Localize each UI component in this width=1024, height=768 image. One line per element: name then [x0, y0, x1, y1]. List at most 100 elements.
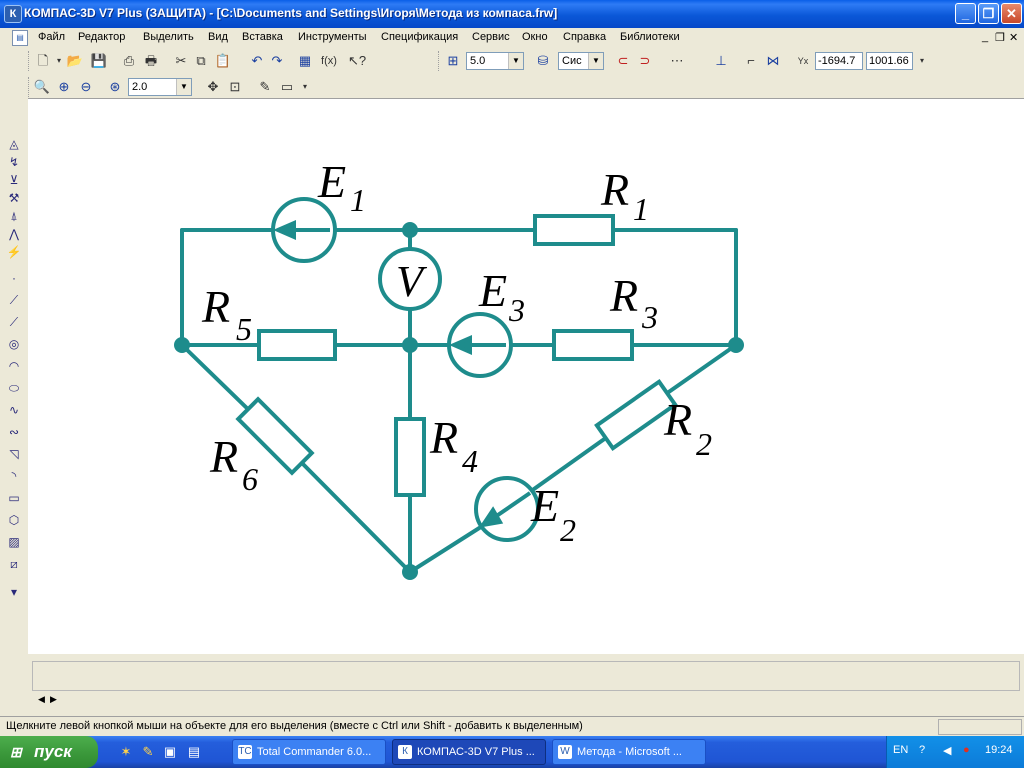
select-panel-icon[interactable]: ⚡ — [6, 244, 22, 260]
start-button[interactable]: ⊞ пуск — [0, 736, 98, 768]
menu-specification[interactable]: Спецификация — [381, 31, 458, 43]
step-cursor-icon[interactable]: ⊞ — [444, 52, 462, 70]
mdi-close-icon[interactable]: ✕ — [1009, 31, 1018, 44]
chevron-down-icon[interactable]: ▼ — [588, 53, 603, 69]
menu-select[interactable]: Выделить — [143, 31, 194, 43]
y-coordinate-field[interactable]: 1001.66 — [866, 52, 913, 70]
help-pointer-icon[interactable]: ↖? — [348, 52, 366, 70]
show-all-icon[interactable]: ⊡ — [226, 78, 244, 96]
mdi-restore-icon[interactable]: ❐ — [995, 31, 1005, 44]
designations-panel-icon[interactable]: ⊻ — [6, 172, 22, 188]
maximize-button[interactable]: ❐ — [978, 3, 999, 24]
layer-combo[interactable]: Сис ▼ — [558, 52, 604, 70]
drawing-canvas[interactable]: E 1 R 1 V E 3 R 3 R 5 R 2 R 6 R 4 E 2 — [28, 98, 1024, 654]
app-icon[interactable]: К — [4, 5, 22, 23]
grid-icon[interactable]: ⋯ — [668, 52, 686, 70]
close-button[interactable]: ✕ — [1001, 3, 1022, 24]
fillet-icon[interactable]: ◝ — [6, 468, 22, 484]
equidistant-icon[interactable]: ⧄ — [6, 556, 22, 572]
label-r6: R — [209, 431, 238, 482]
cut-icon[interactable]: ✂ — [172, 52, 190, 70]
document-icon[interactable]: ▤ — [12, 30, 28, 46]
round-icon[interactable]: ⋈ — [764, 52, 782, 70]
scroll-toolbar-icon[interactable]: ▾ — [6, 584, 22, 600]
task-kompas[interactable]: К КОМПАС-3D V7 Plus ... — [392, 739, 546, 765]
local-cs-icon[interactable]: ⊥ — [712, 52, 730, 70]
label-r6-sub: 6 — [242, 461, 258, 497]
menu-tools[interactable]: Инструменты — [298, 31, 367, 43]
window-layout-icon[interactable]: ▭ — [278, 78, 296, 96]
minimize-button[interactable]: _ — [955, 3, 976, 24]
circle-icon[interactable]: ◎ — [6, 336, 22, 352]
pan-icon[interactable]: ✥ — [204, 78, 222, 96]
zoom-out-icon[interactable]: ⊖ — [77, 78, 95, 96]
toolbar-grip[interactable] — [28, 51, 32, 71]
snap-magnet-icon[interactable]: ⊂ — [614, 52, 632, 70]
chevron-down-icon[interactable]: ▼ — [508, 53, 523, 69]
task-word[interactable]: W Метода - Microsoft ... — [552, 739, 706, 765]
variables-button[interactable]: f(x) — [318, 52, 340, 70]
menu-editor[interactable]: Редактор — [78, 31, 125, 43]
save-icon[interactable]: 💾 — [90, 52, 108, 70]
toolbar-grip[interactable] — [438, 51, 442, 71]
spline-icon[interactable]: ∿ — [6, 402, 22, 418]
antivirus-icon[interactable]: ● — [963, 744, 970, 756]
zoom-in-icon[interactable]: ⊕ — [55, 78, 73, 96]
segment-icon[interactable]: ⟋ — [6, 314, 22, 330]
open-folder-icon[interactable]: 📂 — [66, 52, 84, 70]
refresh-icon[interactable]: ✎ — [256, 78, 274, 96]
zoom-window-icon[interactable]: 🔍 — [33, 78, 51, 96]
quicklaunch-explorer-icon[interactable]: ▣ — [162, 744, 178, 760]
quicklaunch-runner-icon[interactable]: ✶ — [118, 744, 134, 760]
task-total-commander[interactable]: TC Total Commander 6.0... — [232, 739, 386, 765]
library-manager-icon[interactable]: ▦ — [296, 52, 314, 70]
quicklaunch-tool-icon[interactable]: ✎ — [140, 744, 156, 760]
print-icon[interactable]: 🖶 — [142, 52, 160, 70]
tray-arrow-icon[interactable]: ◀ — [943, 744, 951, 757]
menu-help[interactable]: Справка — [563, 31, 606, 43]
geometry-panel-icon[interactable]: ◬ — [6, 136, 22, 152]
dimensions-panel-icon[interactable]: ↯ — [6, 154, 22, 170]
ortho-mode-icon[interactable]: ⌐ — [742, 52, 760, 70]
toolbar-grip[interactable] — [28, 77, 32, 97]
point-icon[interactable]: · — [6, 270, 22, 286]
chevron-down-icon[interactable]: ▼ — [176, 79, 191, 95]
redo-icon[interactable]: ↷ — [268, 52, 286, 70]
chamfer-icon[interactable]: ◹ — [6, 446, 22, 462]
ellipse-icon[interactable]: ⬭ — [6, 380, 22, 396]
bezier-icon[interactable]: ∾ — [6, 424, 22, 440]
menu-libraries[interactable]: Библиотеки — [620, 31, 680, 43]
step-combo[interactable]: 5.0 ▼ — [466, 52, 524, 70]
menu-file[interactable]: Файл — [38, 31, 65, 43]
auxiliary-line-icon[interactable]: ⟋ — [6, 292, 22, 308]
menu-window[interactable]: Окно — [522, 31, 548, 43]
property-panel[interactable] — [32, 661, 1020, 691]
x-coordinate-field[interactable]: -1694.7 — [815, 52, 863, 70]
undo-icon[interactable]: ↶ — [248, 52, 266, 70]
language-indicator[interactable]: EN — [893, 744, 908, 756]
menu-service[interactable]: Сервис — [472, 31, 510, 43]
help-tray-icon[interactable]: ? — [919, 744, 925, 756]
copy-icon[interactable]: ⧉ — [192, 52, 210, 70]
menu-insert[interactable]: Вставка — [242, 31, 283, 43]
paste-icon[interactable]: 📋 — [214, 52, 232, 70]
polygon-icon[interactable]: ⬡ — [6, 512, 22, 528]
rectangle-icon[interactable]: ▭ — [6, 490, 22, 506]
quicklaunch-xp-icon[interactable]: ▤ — [186, 744, 202, 760]
mdi-minimize-icon[interactable]: _ — [982, 31, 988, 43]
editing-panel-icon[interactable]: ⚒ — [6, 190, 22, 206]
parametrization-panel-icon[interactable]: ⍋ — [6, 208, 22, 224]
nav-left-icon[interactable]: ◀ — [38, 694, 45, 705]
toolbar-overflow-icon[interactable]: ▾ — [913, 52, 931, 70]
toolbar-overflow-icon[interactable]: ▾ — [296, 78, 314, 96]
measure-panel-icon[interactable]: ⋀ — [6, 226, 22, 242]
arc-icon[interactable]: ◠ — [6, 358, 22, 374]
hatch-icon[interactable]: ▨ — [6, 534, 22, 550]
menu-view[interactable]: Вид — [208, 31, 228, 43]
preview-icon[interactable]: ⎙ — [120, 52, 138, 70]
nav-right-icon[interactable]: ▶ — [50, 694, 57, 705]
layer-icon[interactable]: ⛁ — [534, 52, 552, 70]
zoom-combo[interactable]: 2.0 ▼ — [128, 78, 192, 96]
local-snap-icon[interactable]: ⊃ — [636, 52, 654, 70]
zoom-scale-icon[interactable]: ⊛ — [106, 78, 124, 96]
